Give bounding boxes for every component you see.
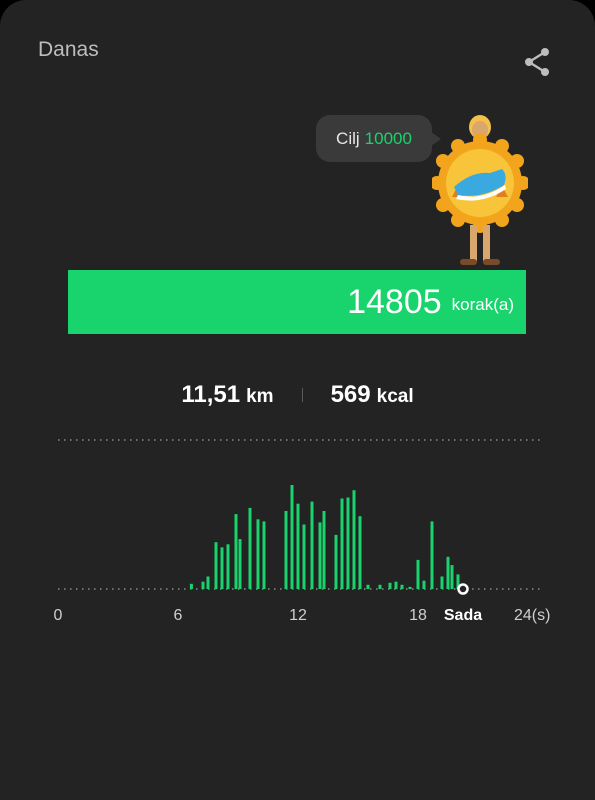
chart-bar	[322, 511, 326, 589]
x-tick-label: 12	[289, 607, 307, 624]
chart-bar	[422, 580, 426, 589]
chart-bar	[358, 516, 362, 589]
steps-unit: korak(a)	[451, 295, 514, 314]
chart-bar	[284, 511, 288, 589]
chart-bar	[430, 521, 434, 589]
hourly-steps-chart: 0 6 12 18 24(s) Sada	[54, 439, 550, 624]
chart-bar	[318, 522, 322, 589]
goal-bubble: Cilj 10000	[316, 115, 441, 162]
chart-bar	[206, 576, 210, 589]
stats-row: 11,51 km 569 kcal	[0, 378, 595, 412]
x-tick-label: 0	[54, 607, 63, 624]
chart-bar	[310, 501, 314, 589]
chart-bar	[296, 503, 300, 589]
steps-readout: 14805 korak(a)	[347, 270, 514, 334]
now-marker-dot	[457, 583, 469, 595]
chart-bar	[238, 539, 242, 589]
chart-bar	[446, 556, 450, 589]
x-tick-label: 24(s)	[514, 607, 550, 624]
stats-divider	[301, 388, 303, 402]
calories-value: 569	[330, 381, 371, 408]
steps-value: 14805	[347, 282, 442, 321]
distance-stat: 11,51 km	[181, 381, 273, 409]
chart-bar	[214, 542, 218, 589]
chart-bar	[340, 498, 344, 589]
chart-bar	[400, 584, 404, 589]
calories-unit: kcal	[376, 386, 414, 407]
chart-bar	[189, 583, 193, 589]
chart-bar	[201, 581, 205, 589]
steps-progress-bar: 14805 korak(a)	[68, 270, 526, 334]
chart-bar	[248, 507, 252, 589]
chart-bar	[388, 582, 392, 589]
mascot-illustration	[432, 115, 528, 265]
chart-bar	[226, 544, 230, 589]
chart-bar	[450, 565, 454, 589]
goal-value: 10000	[364, 128, 412, 148]
share-icon[interactable]	[521, 46, 553, 78]
chart-bar	[290, 485, 294, 589]
now-label: Sada	[444, 607, 482, 624]
distance-unit: km	[246, 386, 274, 407]
page-title: Danas	[38, 38, 99, 61]
chart-bar	[378, 584, 382, 589]
chart-bar	[394, 581, 398, 589]
chart-bar	[440, 576, 444, 589]
chart-bar	[334, 534, 338, 589]
steps-card: Danas Cilj 10000 14805 korak(a) 11,51 km…	[0, 0, 595, 800]
chart-bar	[408, 586, 412, 589]
chart-bar	[302, 524, 306, 589]
chart-bar	[366, 584, 370, 589]
chart-bar	[256, 519, 260, 589]
x-tick-label: 18	[409, 607, 427, 624]
calories-stat: 569 kcal	[331, 381, 414, 409]
chart-bar	[220, 547, 224, 589]
chart-bar	[262, 521, 266, 589]
chart-bar	[416, 559, 420, 589]
goal-label: Cilj	[336, 128, 360, 148]
chart-bar	[346, 497, 350, 589]
chart-bar	[234, 514, 238, 589]
distance-value: 11,51	[181, 381, 241, 408]
x-tick-label: 6	[174, 607, 183, 624]
chart-bar	[352, 490, 356, 589]
